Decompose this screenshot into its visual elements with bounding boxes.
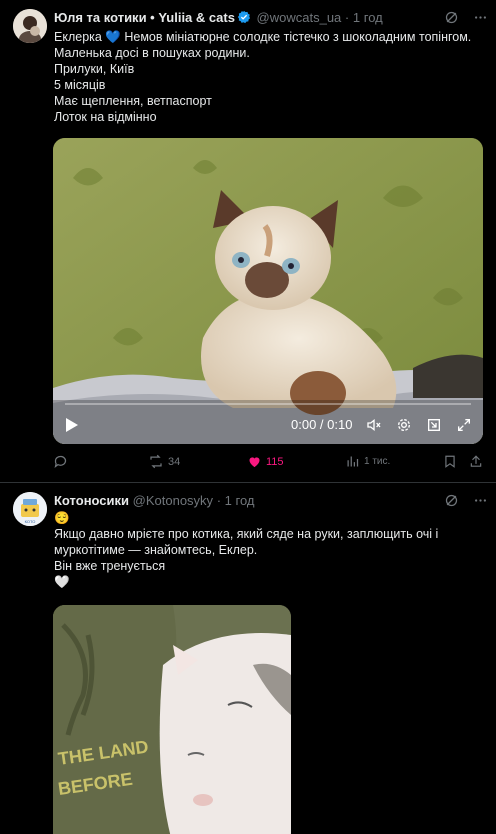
post-text-line: муркотітиме — знайомтесь, Еклер. xyxy=(54,543,258,557)
post-text-line: Еклерка 💙 Немов мініатюрне солодке тісте… xyxy=(54,30,472,44)
views-chart-icon xyxy=(347,456,359,467)
separator: · xyxy=(344,10,350,25)
bookmark-icon xyxy=(445,455,455,468)
post-text-line: 🤍 xyxy=(54,575,70,589)
repost-button[interactable]: 34 xyxy=(148,454,180,469)
views-button[interactable]: 1 тис. xyxy=(345,454,390,469)
post-1[interactable]: Юля та котики • Yuliia & cats @wowcats_u… xyxy=(0,0,496,482)
post-text-line: Лоток на відмінно xyxy=(54,110,157,124)
post-header-actions xyxy=(444,10,488,30)
post-header: Юля та котики • Yuliia & cats @wowcats_u… xyxy=(54,9,383,28)
verified-badge-icon xyxy=(237,10,251,28)
post-age[interactable]: 1 год xyxy=(353,10,383,25)
fullscreen-icon[interactable] xyxy=(456,417,472,438)
post-text-line: 😌 xyxy=(54,511,70,525)
post-header-actions xyxy=(444,493,488,513)
author-handle[interactable]: @Kotonosyky xyxy=(133,493,213,508)
post-age[interactable]: 1 год xyxy=(225,493,255,508)
post-text: Еклерка 💙 Немов мініатюрне солодке тісте… xyxy=(54,29,471,125)
video-timestamp: 0:00 / 0:10 xyxy=(291,417,353,432)
video-frame-cat-image xyxy=(53,138,483,444)
reply-button[interactable] xyxy=(53,454,72,469)
svg-text:КОТО: КОТО xyxy=(25,519,36,524)
avatar[interactable]: КОТО xyxy=(13,492,47,526)
post-text-line: Має щеплення, ветпаспорт xyxy=(54,94,212,108)
settings-gear-icon[interactable] xyxy=(396,417,412,438)
post-2[interactable]: КОТО Котоносики @Kotonosyky · 1 год 😌 Як… xyxy=(0,483,496,834)
like-button[interactable]: 115 xyxy=(247,454,284,469)
share-button[interactable] xyxy=(469,454,483,469)
avatar-logo-icon: КОТО xyxy=(13,492,47,526)
picture-in-picture-icon[interactable] xyxy=(426,417,442,438)
repost-icon xyxy=(150,454,162,469)
photo-cat-in-hoodie-image: THE LAND BEFORE xyxy=(53,605,291,834)
grok-icon[interactable] xyxy=(444,493,459,513)
reply-icon xyxy=(54,455,67,469)
more-options-icon[interactable] xyxy=(473,493,488,513)
post-text-line: 5 місяців xyxy=(54,78,106,92)
repost-count: 34 xyxy=(168,455,181,468)
post-text: 😌 Якщо давно мрієте про котика, який сяд… xyxy=(54,510,438,590)
views-count: 1 тис. xyxy=(364,456,391,467)
separator: · xyxy=(216,493,222,508)
post-text-line: Маленька досі в пошуках родини. xyxy=(54,46,250,60)
share-icon xyxy=(470,455,482,467)
bookmark-button[interactable] xyxy=(443,454,457,469)
author-name[interactable]: Котоносики xyxy=(54,493,129,508)
post-text-line: Прилуки, Київ xyxy=(54,62,135,76)
post-header: Котоносики @Kotonosyky · 1 год xyxy=(54,492,254,509)
grok-icon[interactable] xyxy=(444,10,459,30)
video-progress-bar[interactable] xyxy=(65,403,471,405)
heart-filled-icon xyxy=(249,457,260,468)
play-icon[interactable] xyxy=(65,417,79,438)
avatar[interactable] xyxy=(13,9,47,43)
mute-icon[interactable] xyxy=(366,417,382,438)
video-player[interactable]: 0:00 / 0:10 xyxy=(53,138,483,444)
more-options-icon[interactable] xyxy=(473,10,488,30)
author-name[interactable]: Юля та котики • Yuliia & cats xyxy=(54,10,235,25)
author-handle[interactable]: @wowcats_ua xyxy=(257,10,342,25)
post-photo[interactable]: THE LAND BEFORE xyxy=(53,605,291,834)
like-count: 115 xyxy=(266,455,284,468)
avatar-photo-icon xyxy=(13,9,47,43)
post-text-line: Він вже тренується xyxy=(54,559,166,573)
post-text-line: Якщо давно мрієте про котика, який сяде … xyxy=(54,527,439,541)
